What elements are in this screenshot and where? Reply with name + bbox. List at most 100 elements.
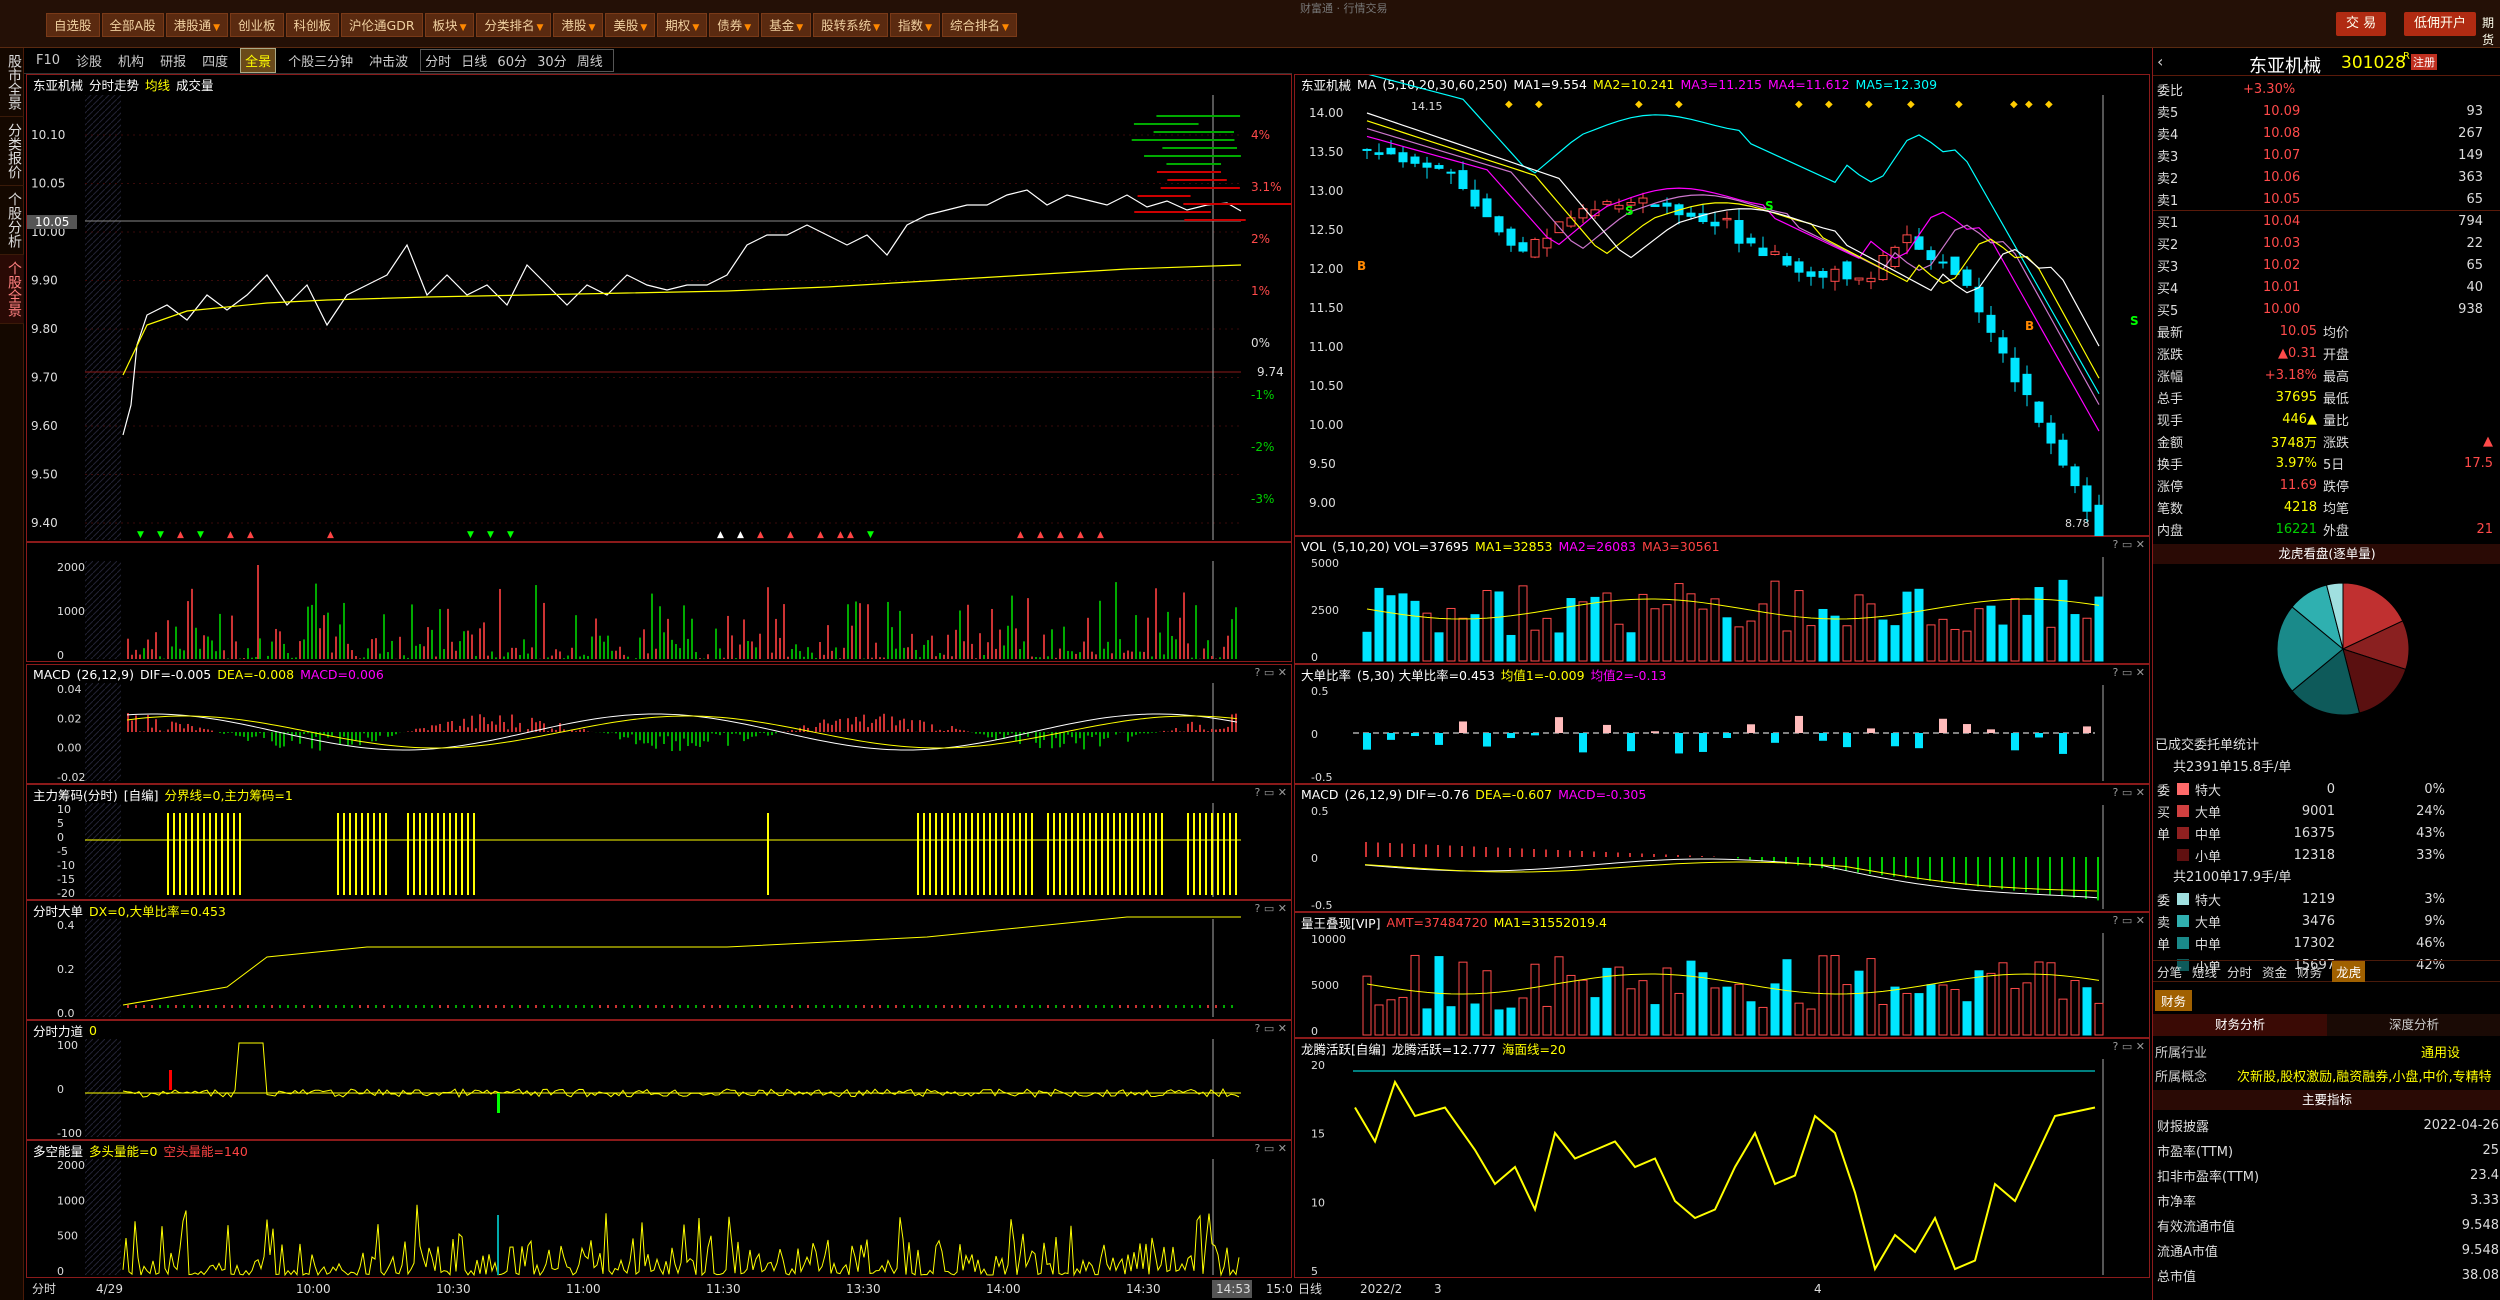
menu-item[interactable]: 综合排名 ▼ [941,13,1017,37]
quote-tab[interactable]: 分时 [2227,962,2252,981]
deep-analysis-tab[interactable]: 深度分析 [2327,1014,2500,1036]
menu-item[interactable]: 创业板 [230,13,284,37]
tick-bar [423,1005,425,1008]
period-tab[interactable]: 日线 [461,55,491,70]
tab-item[interactable]: F10 [32,51,64,70]
volume-bar [1722,986,1732,1036]
time-label: 10:30 [436,1282,471,1296]
menu-item[interactable]: 股转系统 ▼ [813,13,889,37]
macd-bar [623,732,625,738]
quote-tab[interactable]: 资金 [2262,962,2287,981]
volume-bar [303,639,305,659]
left-strip-item[interactable]: 分类报价 [0,117,24,186]
dropdown-arrow-icon: ▼ [1002,23,1009,33]
macd-bar [911,720,913,732]
menu-item[interactable]: 自选股 [46,13,100,37]
menu-item[interactable]: 美股 ▼ [605,13,656,37]
finance-analysis-tab[interactable]: 财务分析 [2153,1014,2327,1036]
level-price: 10.09 [2263,103,2301,119]
macd-bar [771,732,773,736]
finance-tab[interactable]: 财务 [2155,990,2193,1011]
bid-level[interactable]: 买5 10.00 938 [2153,298,2500,320]
tab-item[interactable]: 机构 [114,49,148,72]
open-account-button[interactable]: 低佣开户 [2404,12,2477,36]
back-arrow-icon[interactable]: ‹ [2157,52,2163,71]
trade-button[interactable]: 交 易 [2336,12,2387,36]
macd-bar [831,724,833,732]
macd-bar [1007,732,1009,736]
bid-level[interactable]: 买2 10.03 22 [2153,232,2500,254]
time-label: 13:30 [846,1282,881,1296]
volume-bar [563,658,565,659]
volume-bar [315,583,317,659]
quote-tab[interactable]: 财务 [2297,962,2322,981]
quote-tab[interactable]: 短线 [2192,962,2217,981]
bid-level[interactable]: 买4 10.01 40 [2153,276,2500,298]
volume-bar [415,645,417,659]
period-tab[interactable]: 周线 [577,55,603,70]
volume-bar [1446,1006,1456,1036]
volume-bar [1047,656,1049,659]
bid-level[interactable]: 买1 10.04 794 [2153,210,2500,232]
bid-level[interactable]: 买3 10.02 65 [2153,254,2500,276]
period-tab[interactable]: 60分 [497,55,531,70]
depth-bar [1133,123,1199,125]
period-tab[interactable]: 30分 [537,55,571,70]
ask-level[interactable]: 卖3 10.07 149 [2153,144,2500,166]
volume-bar [423,646,425,659]
chip-bar [373,813,375,895]
menu-item[interactable]: 基金 ▼ [761,13,812,37]
level-price: 10.03 [2263,235,2301,251]
ask-level[interactable]: 卖1 10.05 65 [2153,188,2500,210]
macd-bar [183,728,185,732]
candle-body [1470,189,1480,207]
menu-item[interactable]: 科创板 [285,13,340,37]
menu-item[interactable]: 全部A股 [101,13,164,37]
tab-item[interactable]: 研报 [156,49,190,72]
daily-price-tick: 11.50 [1309,301,1343,315]
menu-item[interactable]: 分类排名 ▼ [476,13,552,37]
quote-tab[interactable]: 龙虎 [2332,960,2366,982]
chip-bar [449,813,451,895]
ask-level[interactable]: 卖5 10.09 93 [2153,100,2500,122]
left-strip-item[interactable]: 个股分析 [0,186,24,255]
menu-item[interactable]: 港股通 ▼ [165,13,229,37]
volume-bar [611,650,613,659]
time-axis: 分时 4/29 10:00 10:30 11:00 11:30 13:30 14:00 14:3… [32,1280,1292,1298]
menu-item[interactable]: 港股 ▼ [553,13,604,37]
tick-bar [287,1005,289,1008]
daily-candlestick-chart[interactable]: 14.00 13.50 13.00 12.50 12.00 11.50 11.00 10.50… [1295,75,2151,537]
menu-item[interactable]: 沪伦通GDR [341,13,423,37]
menu-item[interactable]: 指数 ▼ [890,13,940,37]
depth-bar [1144,155,1241,157]
tab-item[interactable]: 诊股 [72,49,106,72]
tick-bar [295,1005,297,1008]
tab-item[interactable]: 个股三分钟 [284,49,357,72]
period-tab[interactable]: 分时 [425,55,455,70]
macd-bar [1175,727,1177,732]
ask-level[interactable]: 卖2 10.06 363 [2153,166,2500,188]
macd-bar [1653,854,1655,857]
quote-tab[interactable]: 分笔 [2157,962,2182,981]
menu-item[interactable]: 期权 ▼ [657,13,708,37]
volume-bar [339,624,341,659]
ask-level[interactable]: 卖4 10.08 267 [2153,122,2500,144]
volume-bar [827,625,829,659]
tab-item[interactable]: 冲击波 [365,49,412,72]
tab-item[interactable]: 全景 [240,48,277,73]
intraday-price-chart[interactable]: 10.1010.0510.009.909.809.709.609.509.404… [27,75,1293,543]
time-label: 10:00 [296,1282,331,1296]
left-strip-item[interactable]: 股市全景 [0,48,24,117]
left-strip-item[interactable]: 个股全景 [0,255,24,324]
volume-bar [2082,617,2092,662]
menu-item[interactable]: 板块 ▼ [424,13,475,37]
finance-row: 总市值 38.08 [2153,1264,2500,1286]
futures-link[interactable]: 期货 [2482,14,2500,48]
menu-item[interactable]: 债券 ▼ [709,13,760,37]
volume-bar [239,658,241,659]
macd-bar [999,732,1001,734]
dropdown-arrow-icon: ▼ [640,23,648,33]
tab-item[interactable]: 四度 [198,49,232,72]
macd-bar [995,732,997,741]
macd-bar [835,720,837,732]
